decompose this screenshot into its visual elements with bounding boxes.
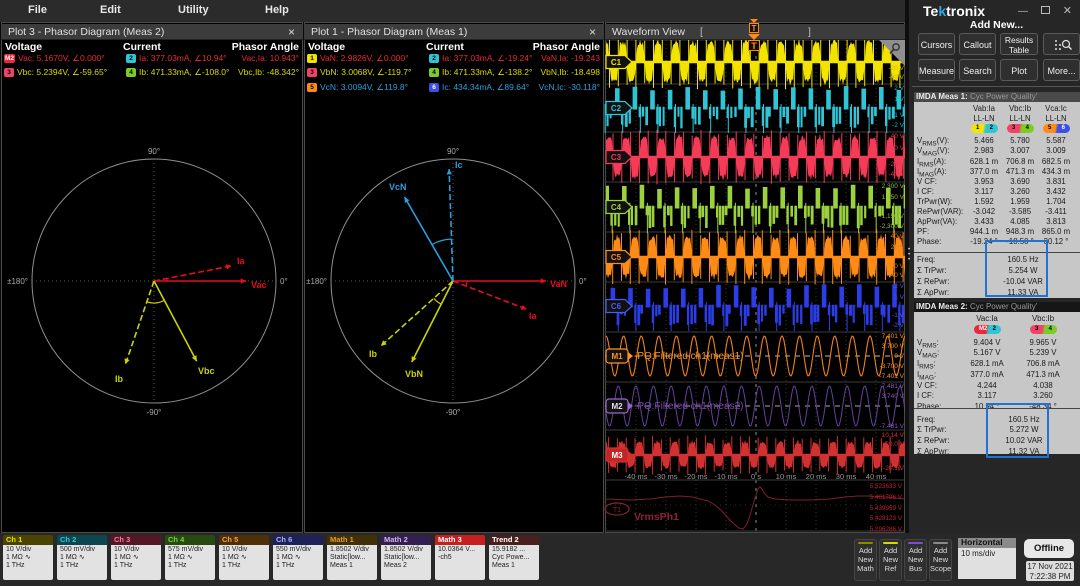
svg-text:5.439959 V: 5.439959 V <box>870 505 903 512</box>
svg-text:20 V: 20 V <box>891 145 905 152</box>
svg-text:Vac: Vac <box>251 280 267 290</box>
svg-text:5.296286 V: 5.296286 V <box>870 526 903 533</box>
svg-text:-1 V: -1 V <box>892 112 905 119</box>
svg-text:20 V: 20 V <box>891 244 905 251</box>
svg-text:40 V: 40 V <box>891 133 905 140</box>
svg-text:±180°: ±180° <box>306 277 327 286</box>
svg-text:90°: 90° <box>148 147 160 156</box>
svg-text:1 V: 1 V <box>894 96 904 103</box>
svg-text:90°: 90° <box>447 147 459 156</box>
svg-text:2 V: 2 V <box>894 85 904 92</box>
svg-text:0°: 0° <box>579 277 587 286</box>
svg-text:-PQ:Filtered ch1(meas2): -PQ:Filtered ch1(meas2) <box>634 401 743 412</box>
svg-text:Ia: Ia <box>237 256 246 266</box>
svg-text:Ic: Ic <box>455 160 463 170</box>
svg-text:Ib: Ib <box>115 374 124 384</box>
svg-text:-40 V: -40 V <box>888 171 904 178</box>
svg-text:-10 ms: -10 ms <box>715 472 738 481</box>
svg-text:-20 V: -20 V <box>888 263 904 270</box>
svg-text:-40 ms: -40 ms <box>625 472 648 481</box>
svg-text:-40 V: -40 V <box>888 272 904 279</box>
svg-text:Vbc: Vbc <box>198 366 215 376</box>
svg-text:20 ms: 20 ms <box>806 472 827 481</box>
svg-text:-40 V: -40 V <box>888 74 904 81</box>
svg-text:VbN: VbN <box>405 369 423 379</box>
svg-text:5.401796 V: 5.401796 V <box>870 494 903 501</box>
svg-text:M3: M3 <box>611 451 623 460</box>
svg-text:Ia: Ia <box>529 311 538 321</box>
svg-text:1 V: 1 V <box>894 294 904 301</box>
svg-text:2 V: 2 V <box>894 283 904 290</box>
svg-text:-7.401 V: -7.401 V <box>879 373 904 380</box>
svg-text:0 V: 0 V <box>894 353 904 360</box>
svg-text:3.700 V: 3.700 V <box>882 343 905 350</box>
svg-text:Ib: Ib <box>369 349 378 359</box>
svg-text:20.0 V: 20.0 V <box>885 441 904 448</box>
svg-text:M1: M1 <box>611 352 623 361</box>
svg-text:T1: T1 <box>613 507 621 514</box>
svg-text:±180°: ±180° <box>7 277 28 286</box>
svg-text:7.401 V: 7.401 V <box>882 333 905 340</box>
svg-text:-3.700 V: -3.700 V <box>879 363 904 370</box>
svg-text:-90°: -90° <box>147 408 162 417</box>
svg-text:1,150 V: 1,150 V <box>882 194 905 201</box>
svg-text:-30 ms: -30 ms <box>655 472 678 481</box>
svg-text:C2: C2 <box>611 104 622 113</box>
svg-text:-1 V: -1 V <box>892 312 905 319</box>
svg-text:M2: M2 <box>611 402 623 411</box>
svg-text:7.481 V: 7.481 V <box>882 383 905 390</box>
svg-text:VcN: VcN <box>389 182 407 192</box>
svg-text:-PQ:Filtered ch1(meas1): -PQ:Filtered ch1(meas1) <box>634 351 743 362</box>
svg-text:C3: C3 <box>611 153 622 162</box>
svg-text:C4: C4 <box>611 203 622 212</box>
svg-text:VrmsPh1: VrmsPh1 <box>634 511 679 523</box>
svg-text:-7.481 V: -7.481 V <box>879 423 904 430</box>
svg-text:3.740 V: 3.740 V <box>882 393 905 400</box>
svg-text:C1: C1 <box>611 58 622 67</box>
svg-text:-20 V: -20 V <box>888 65 904 72</box>
svg-text:-2,300 V: -2,300 V <box>879 223 904 230</box>
svg-text:C5: C5 <box>611 253 622 262</box>
svg-text:10 ms: 10 ms <box>776 472 797 481</box>
svg-text:40 ms: 40 ms <box>866 472 887 481</box>
svg-text:-2 V: -2 V <box>892 322 905 329</box>
svg-text:-20 V: -20 V <box>888 161 904 168</box>
svg-text:-20.1 V: -20.1 V <box>883 465 905 472</box>
svg-text:C6: C6 <box>611 302 622 311</box>
svg-text:VaN: VaN <box>550 279 567 289</box>
svg-text:-2 V: -2 V <box>892 122 905 129</box>
svg-text:0°: 0° <box>280 277 288 286</box>
svg-text:-1,150 V: -1,150 V <box>879 213 904 220</box>
svg-text:40 V: 40 V <box>891 233 905 240</box>
svg-text:2,300 V: 2,300 V <box>882 183 905 190</box>
svg-text:10.14 V: 10.14 V <box>882 432 905 439</box>
svg-text:5.428123 V: 5.428123 V <box>870 515 903 522</box>
svg-text:30 ms: 30 ms <box>836 472 857 481</box>
svg-text:0 s: 0 s <box>751 472 761 481</box>
svg-text:-20 ms: -20 ms <box>685 472 708 481</box>
svg-text:5.523633 V: 5.523633 V <box>870 483 903 490</box>
svg-text:-90°: -90° <box>446 408 461 417</box>
